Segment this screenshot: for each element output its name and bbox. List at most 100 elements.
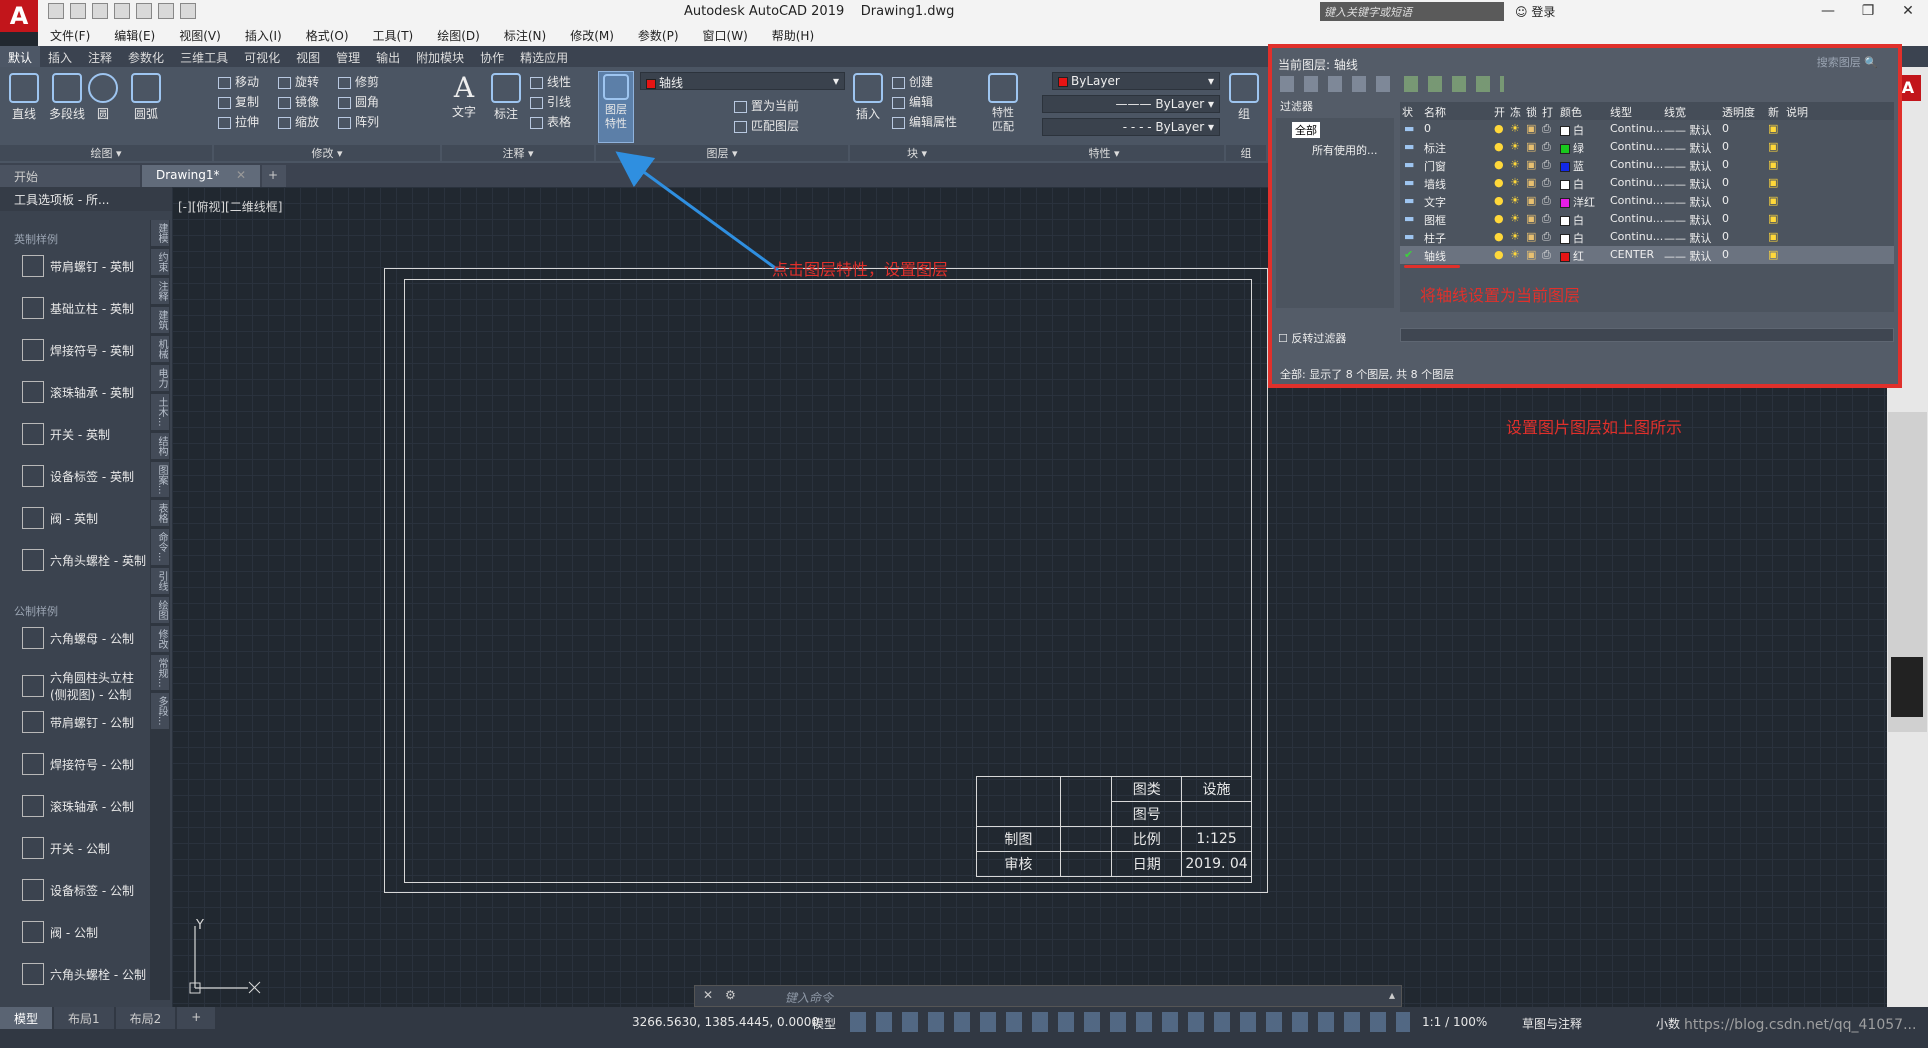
minimize-button[interactable]: —: [1808, 0, 1848, 24]
layer-row[interactable]: ▬ 标注 ● ☀ ▣ ⎙ 绿 Continu... —— 默认 0 ▣: [1400, 138, 1894, 156]
circle-tool[interactable]: 圆: [88, 73, 118, 122]
layer-list-scrollbar[interactable]: [1400, 328, 1894, 342]
modify-panel-title[interactable]: 修改 ▾: [214, 145, 440, 161]
menu-item-1[interactable]: 编辑(E): [102, 24, 167, 46]
annotation-scale[interactable]: 1:1 / 100%: [1422, 1015, 1487, 1029]
current-layer-check-icon[interactable]: ✔: [1404, 248, 1413, 261]
login-link[interactable]: ☺ 登录: [1515, 3, 1555, 20]
layer-plot-icon[interactable]: ⎙: [1542, 194, 1551, 208]
layer-on-icon[interactable]: ●: [1494, 176, 1504, 189]
array-tool[interactable]: 阵列: [338, 113, 379, 130]
filter-all[interactable]: 全部: [1292, 122, 1320, 138]
dimension-tool[interactable]: 标注: [488, 73, 524, 122]
palette-vtab[interactable]: 电力: [151, 365, 169, 391]
layer-on-icon[interactable]: ●: [1494, 230, 1504, 243]
layer-freeze-icon[interactable]: ☀: [1510, 176, 1520, 189]
help-search-input[interactable]: 键入关键字或短语: [1320, 2, 1504, 21]
layer-on-icon[interactable]: ●: [1494, 158, 1504, 171]
layer-column-header[interactable]: 颜色: [1560, 104, 1582, 120]
restore-button[interactable]: ❐: [1848, 0, 1888, 24]
palette-item[interactable]: 带肩螺钉 - 公制: [22, 711, 150, 733]
layer-column-header[interactable]: 开: [1494, 104, 1505, 120]
layer-new-vp-freeze-icon[interactable]: ▣: [1768, 194, 1778, 207]
layer-column-header[interactable]: 透明度: [1722, 104, 1755, 120]
layer-lock-icon[interactable]: ▣: [1526, 230, 1536, 243]
ribbon-tab-7[interactable]: 管理: [328, 46, 368, 67]
layer-status-icon[interactable]: ▬: [1404, 230, 1414, 243]
layer-freeze-icon[interactable]: ☀: [1510, 248, 1520, 261]
layer-plot-icon[interactable]: ⎙: [1542, 176, 1551, 190]
menu-item-6[interactable]: 绘图(D): [425, 24, 492, 46]
tool-palette-title[interactable]: 工具选项板 - 所...: [0, 187, 172, 211]
text-tool[interactable]: A 文字: [446, 73, 482, 120]
group-panel-title[interactable]: 组: [1226, 145, 1266, 161]
match-layer-tool[interactable]: 匹配图层: [734, 117, 799, 134]
ribbon-tab-11[interactable]: 精选应用: [512, 46, 576, 67]
layer-row[interactable]: ▬ 图框 ● ☀ ▣ ⎙ 白 Continu... —— 默认 0 ▣: [1400, 210, 1894, 228]
layer-on-icon[interactable]: ●: [1494, 248, 1504, 261]
tab-start[interactable]: 开始: [0, 165, 140, 187]
layer-column-header[interactable]: 打: [1542, 104, 1553, 120]
palette-item[interactable]: 焊接符号 - 公制: [22, 753, 150, 775]
ribbon-tab-1[interactable]: 插入: [40, 46, 80, 67]
ribbon-tab-9[interactable]: 附加模块: [408, 46, 472, 67]
layer-status-icon[interactable]: ▬: [1404, 194, 1414, 207]
command-line[interactable]: ✕ ⚙ 键入命令 ▴: [694, 985, 1402, 1007]
palette-vtab[interactable]: 绘图: [151, 596, 169, 623]
palette-vtab[interactable]: 建模: [151, 220, 169, 246]
menu-item-0[interactable]: 文件(F): [38, 24, 102, 46]
close-tab-icon[interactable]: ✕: [236, 168, 246, 182]
ribbon-tab-6[interactable]: 视图: [288, 46, 328, 67]
layer-lock-icon[interactable]: ▣: [1526, 176, 1536, 189]
palette-vtab[interactable]: 建筑: [151, 307, 169, 333]
layer-new-vp-freeze-icon[interactable]: ▣: [1768, 248, 1778, 261]
palette-vtab[interactable]: 注释: [151, 278, 169, 304]
layer-new-vp-freeze-icon[interactable]: ▣: [1768, 140, 1778, 153]
menu-item-3[interactable]: 插入(I): [233, 24, 294, 46]
layer-color-cell[interactable]: 白: [1560, 230, 1584, 246]
layer-on-icon[interactable]: ●: [1494, 140, 1504, 153]
layer-lock-icon[interactable]: ▣: [1526, 140, 1536, 153]
close-button[interactable]: ✕: [1888, 0, 1928, 24]
menu-item-7[interactable]: 标注(N): [492, 24, 558, 46]
fillet-tool[interactable]: 圆角: [338, 93, 379, 110]
palette-vtab[interactable]: 约束: [151, 249, 169, 275]
layer-new-vp-freeze-icon[interactable]: ▣: [1768, 158, 1778, 171]
create-block-tool[interactable]: 创建: [892, 73, 933, 90]
palette-vtab[interactable]: 表格: [151, 500, 169, 527]
redo-icon[interactable]: [180, 3, 196, 19]
palette-item[interactable]: 六角头螺栓 - 英制: [22, 549, 150, 571]
layer-freeze-icon[interactable]: ☀: [1510, 122, 1520, 135]
customize-icon[interactable]: ⚙: [725, 988, 736, 1002]
add-layout-button[interactable]: +: [177, 1007, 216, 1029]
palette-vtab[interactable]: 多段...: [151, 693, 169, 729]
menu-item-10[interactable]: 窗口(W): [691, 24, 760, 46]
units-button[interactable]: 小数: [1656, 1015, 1680, 1032]
layer-new-vp-freeze-icon[interactable]: ▣: [1768, 122, 1778, 135]
move-tool[interactable]: 移动: [218, 73, 259, 90]
status-toggles[interactable]: [850, 1012, 1410, 1032]
palette-vtab[interactable]: 机械: [151, 336, 169, 362]
command-input[interactable]: 键入命令: [785, 989, 833, 1006]
layer-lock-icon[interactable]: ▣: [1526, 248, 1536, 261]
layer-new-vp-freeze-icon[interactable]: ▣: [1768, 212, 1778, 225]
annotation-panel-title[interactable]: 注释 ▾: [442, 145, 594, 161]
ribbon-tab-3[interactable]: 参数化: [120, 46, 172, 67]
mirror-tool[interactable]: 镜像: [278, 93, 319, 110]
menu-item-11[interactable]: 帮助(H): [760, 24, 826, 46]
ribbon-tab-4[interactable]: 三维工具: [172, 46, 236, 67]
workspace-switch[interactable]: 草图与注释: [1522, 1015, 1582, 1032]
new-file-icon[interactable]: [48, 3, 64, 19]
layer-dropdown[interactable]: 轴线 ▾: [640, 72, 845, 90]
palette-vtab[interactable]: 命令...: [151, 529, 169, 565]
block-panel-title[interactable]: 块 ▾: [850, 145, 984, 161]
layer-plot-icon[interactable]: ⎙: [1542, 212, 1551, 226]
palette-vtab[interactable]: 引线: [151, 567, 169, 594]
table-tool[interactable]: 表格: [530, 113, 571, 130]
layer-column-header[interactable]: 状: [1402, 104, 1413, 120]
lineweight-dropdown[interactable]: ——— ByLayer ▾: [1042, 95, 1220, 113]
layer-column-header[interactable]: 说明: [1786, 104, 1808, 120]
filter-toolbar-icons[interactable]: [1280, 76, 1400, 92]
layer-freeze-icon[interactable]: ☀: [1510, 212, 1520, 225]
filter-used-layers[interactable]: 所有使用的...: [1312, 142, 1378, 158]
